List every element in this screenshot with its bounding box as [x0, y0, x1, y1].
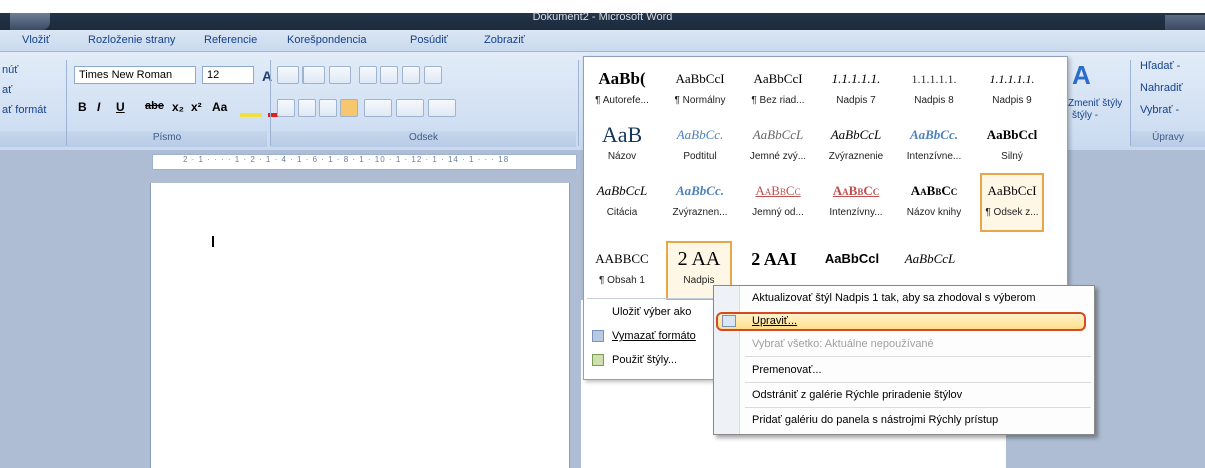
group-label-bar	[0, 131, 66, 147]
bold-button[interactable]: B	[78, 100, 87, 114]
font-size-box[interactable]: 12	[202, 66, 254, 84]
context-menu	[713, 285, 1095, 435]
text-cursor	[212, 236, 214, 247]
format-painter-button[interactable]: ať formát	[2, 104, 46, 116]
horizontal-ruler[interactable]: 2 · 1 · · · · 1 · 2 · 1 · 4 · 1 · 6 · 1 …	[152, 154, 577, 170]
show-marks-icon[interactable]	[424, 66, 442, 84]
select-button[interactable]: Vybrať -	[1140, 104, 1179, 116]
subscript-button[interactable]: x₂	[172, 100, 184, 114]
line-spacing-icon[interactable]	[364, 99, 392, 117]
menu-remove-from-gallery[interactable]: Odstrániť z galérie Rýchle priradenie št…	[752, 389, 962, 401]
italic-button[interactable]: I	[97, 100, 100, 114]
align-center-icon[interactable]	[298, 99, 316, 117]
style-autoreference[interactable]: AaBb(¶ Autorefe...	[592, 63, 652, 118]
change-case-button[interactable]: Aa	[212, 100, 227, 114]
save-selection-as-style[interactable]: Uložiť výber ako	[612, 306, 691, 318]
tab-insert[interactable]: Vložiť	[22, 34, 50, 46]
apply-styles-icon	[592, 354, 604, 366]
group-divider	[578, 60, 579, 146]
style-heading-8[interactable]: 1.1.1.1.1. Nadpis 8	[904, 63, 964, 118]
increase-indent-icon[interactable]	[380, 66, 398, 84]
change-styles-sub: štýly -	[1072, 110, 1099, 121]
style-heading-7[interactable]: 1.1.1.1.1. Nadpis 7	[826, 63, 886, 118]
style-book-title[interactable]: AaBbCc Názov knihy	[904, 175, 964, 230]
sort-icon[interactable]	[402, 66, 420, 84]
style-intense-quote[interactable]: AaBbCc. Zvýraznen...	[670, 175, 730, 230]
context-menu-icon-band	[714, 286, 740, 434]
style-list-paragraph[interactable]: AaBbCcI ¶ Odsek z...	[980, 173, 1044, 232]
document-page[interactable]	[150, 183, 570, 468]
gallery-separator	[587, 298, 727, 299]
align-left-icon[interactable]	[277, 99, 295, 117]
menu-modify[interactable]: Upraviť...	[752, 315, 797, 327]
clear-formatting-icon	[592, 330, 604, 342]
menu-select-all[interactable]: Vybrať všetko: Aktuálne nepoužívané	[752, 338, 934, 350]
style-emphasis[interactable]: AaBbCcL Zvýraznenie	[826, 119, 886, 174]
style-no-spacing[interactable]: AaBbCcI ¶ Bez riad...	[748, 63, 808, 118]
decrease-indent-icon[interactable]	[359, 66, 377, 84]
highlight-icon[interactable]	[240, 101, 262, 117]
group-label-paragraph: Odsek	[409, 132, 438, 143]
font-name-box[interactable]: Times New Roman	[74, 66, 196, 84]
replace-button[interactable]: Nahradiť	[1140, 82, 1183, 94]
tab-review[interactable]: Posúdiť	[410, 34, 448, 46]
change-styles-button[interactable]: Zmeniť štýly	[1068, 98, 1122, 109]
style-subtle-reference[interactable]: AaBbCc Jemný od...	[748, 175, 808, 230]
style-title[interactable]: AaB Názov	[592, 119, 652, 174]
style-intense-reference[interactable]: AaBbCc Intenzívny...	[826, 175, 886, 230]
style-normal[interactable]: AaBbCcI ¶ Normálny	[670, 63, 730, 118]
justify-icon[interactable]	[340, 99, 358, 117]
menu-separator	[745, 407, 1091, 408]
style-intense-emphasis[interactable]: AaBbCc. Intenzívne...	[904, 119, 964, 174]
borders-icon[interactable]	[428, 99, 456, 117]
clipboard-item[interactable]: núť	[2, 64, 18, 76]
style-quote[interactable]: AaBbCcL Citácia	[592, 175, 652, 230]
numbering-icon[interactable]	[303, 66, 325, 84]
modify-style-icon	[722, 315, 736, 327]
superscript-button[interactable]: x²	[191, 100, 202, 114]
group-label-editing: Úpravy	[1152, 132, 1184, 143]
change-styles-icon[interactable]: A	[1072, 60, 1104, 94]
window-title: Dokument2 - Microsoft Word	[532, 11, 673, 23]
strikethrough-button[interactable]: abe	[145, 100, 164, 112]
multilevel-list-icon[interactable]	[329, 66, 351, 84]
tab-mailings[interactable]: Korešpondencia	[287, 34, 367, 46]
window-controls[interactable]	[1165, 15, 1205, 30]
style-heading-9[interactable]: 1.1.1.1.1. Nadpis 9	[982, 63, 1042, 118]
style-subtle-emphasis[interactable]: AaBbCcL Jemné zvý...	[748, 119, 808, 174]
apply-styles[interactable]: Použiť štýly...	[612, 354, 677, 366]
shading-icon[interactable]	[396, 99, 424, 117]
menu-add-to-qat[interactable]: Pridať galériu do panela s nástrojmi Rýc…	[752, 414, 998, 426]
menu-separator	[745, 382, 1091, 383]
menu-separator	[745, 356, 1091, 357]
style-toc-1[interactable]: AABBCC ¶ Obsah 1	[592, 243, 652, 298]
align-right-icon[interactable]	[319, 99, 337, 117]
find-button[interactable]: Hľadať -	[1140, 60, 1180, 72]
underline-button[interactable]: U	[116, 100, 125, 114]
clear-formatting[interactable]: Vymazať formáto	[612, 330, 696, 342]
tab-references[interactable]: Referencie	[204, 34, 257, 46]
menu-rename[interactable]: Premenovať...	[752, 364, 822, 376]
group-label-font: Písmo	[152, 132, 182, 143]
clipboard-item[interactable]: ať	[2, 84, 12, 96]
style-strong[interactable]: AaBbCcl Silný	[982, 119, 1042, 174]
style-subtitle[interactable]: AaBbCc. Podtitul	[670, 119, 730, 174]
bullets-icon[interactable]	[277, 66, 299, 84]
tab-view[interactable]: Zobraziť	[484, 34, 525, 46]
tab-page-layout[interactable]: Rozloženie strany	[88, 34, 175, 46]
ribbon-tab-bar	[0, 30, 1205, 52]
menu-update-style[interactable]: Aktualizovať štýl Nadpis 1 tak, aby sa z…	[752, 292, 1036, 304]
